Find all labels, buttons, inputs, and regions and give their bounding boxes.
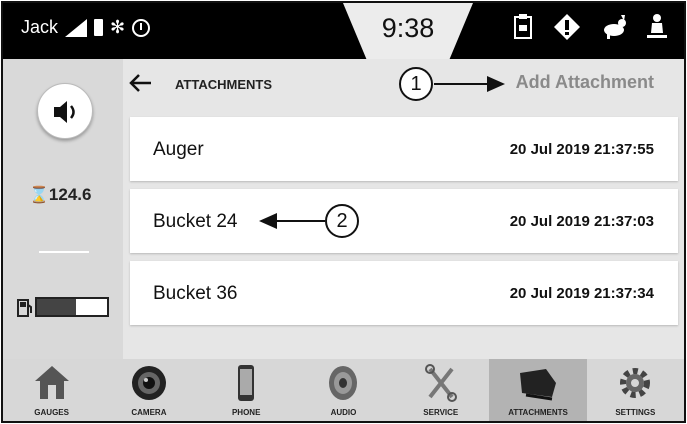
gear-icon <box>620 368 651 398</box>
page-title: ATTACHMENTS <box>175 77 273 92</box>
nav-label: ATTACHMENTS <box>508 408 568 417</box>
nav-camera[interactable]: CAMERA <box>100 359 197 421</box>
callout-2-leader <box>275 220 325 222</box>
bluetooth-icon: ✻ <box>110 17 126 37</box>
attachment-date: 20 Jul 2019 21:37:34 <box>509 285 654 302</box>
back-arrow-icon[interactable] <box>127 71 155 95</box>
wrench-icon <box>424 364 457 402</box>
attachment-date: 20 Jul 2019 21:37:03 <box>509 213 654 230</box>
fuel-gauge <box>35 297 109 317</box>
attachment-row-bucket-36[interactable]: Bucket 36 20 Jul 2019 21:37:34 <box>130 261 678 325</box>
time-tab: 9:38 <box>343 3 473 59</box>
callout-1-leader <box>434 83 490 85</box>
clipboard-icon <box>514 14 532 39</box>
status-icons <box>511 13 684 41</box>
hourglass-icon: ⌛ <box>29 187 49 204</box>
status-bar: Jack ✻ 9:38 <box>3 3 684 59</box>
fuel-pump-icon <box>17 299 32 317</box>
callout-2-arrowhead <box>259 213 277 229</box>
nav-audio[interactable]: AUDIO <box>295 359 392 421</box>
attachment-date: 20 Jul 2019 21:37:55 <box>509 141 654 158</box>
nav-service[interactable]: SERVICE <box>392 359 489 421</box>
camera-lens-icon <box>131 366 166 400</box>
nav-label: GAUGES <box>34 408 69 417</box>
callout-1-arrowhead <box>487 76 505 92</box>
signal-icon <box>65 18 88 37</box>
attachment-name: Auger <box>153 139 204 160</box>
nav-attachments[interactable]: ATTACHMENTS <box>489 359 587 421</box>
nav-settings[interactable]: SETTINGS <box>587 359 684 421</box>
left-panel: ⌛124.6 <box>3 59 123 359</box>
clock-time: 9:38 <box>381 13 435 43</box>
nav-label: SETTINGS <box>615 408 656 417</box>
speaker-icon <box>54 101 75 123</box>
seat-icon <box>647 14 667 38</box>
bucket-icon <box>520 369 557 401</box>
volume-button[interactable] <box>37 83 93 139</box>
engine-hours: ⌛124.6 <box>29 185 91 205</box>
nav-gauges[interactable]: GAUGES <box>3 359 100 421</box>
attachments-panel: ATTACHMENTS Add Attachment Auger 20 Jul … <box>123 59 684 359</box>
attachment-list: Auger 20 Jul 2019 21:37:55 Bucket 24 20 … <box>130 117 678 333</box>
nav-label: AUDIO <box>330 408 357 417</box>
panel-divider <box>39 251 89 253</box>
nav-label: SERVICE <box>423 408 459 417</box>
nav-label: CAMERA <box>131 408 167 417</box>
status-left: Jack ✻ <box>21 17 151 38</box>
battery-icon <box>94 19 104 36</box>
attachment-row-bucket-24[interactable]: Bucket 24 20 Jul 2019 21:37:03 <box>130 189 678 253</box>
speaker-cone-icon <box>329 366 358 400</box>
callout-1: 1 <box>399 67 433 101</box>
nav-label: PHONE <box>231 408 261 417</box>
screen-frame: Jack ✻ 9:38 ⌛124.6 ATTACHMENTS Add Attac… <box>1 1 686 423</box>
clock-icon <box>132 18 151 37</box>
operator-name: Jack <box>21 17 59 37</box>
warning-diamond-icon <box>554 14 580 40</box>
attachment-row-auger[interactable]: Auger 20 Jul 2019 21:37:55 <box>130 117 678 181</box>
engine-hours-value: 124.6 <box>48 185 92 204</box>
fuel-gauge-fill <box>37 299 76 315</box>
phone-icon <box>238 365 255 401</box>
callout-2: 2 <box>325 204 359 238</box>
attachment-name: Bucket 24 <box>153 211 238 232</box>
nav-phone[interactable]: PHONE <box>198 359 295 421</box>
add-attachment-button[interactable]: Add Attachment <box>516 72 654 93</box>
rabbit-speed-icon <box>604 15 626 39</box>
house-icon <box>34 366 69 399</box>
attachment-name: Bucket 36 <box>153 283 238 304</box>
bottom-nav: GAUGES CAMERA PHONE AUDIO SERVICE ATTACH… <box>3 359 684 421</box>
